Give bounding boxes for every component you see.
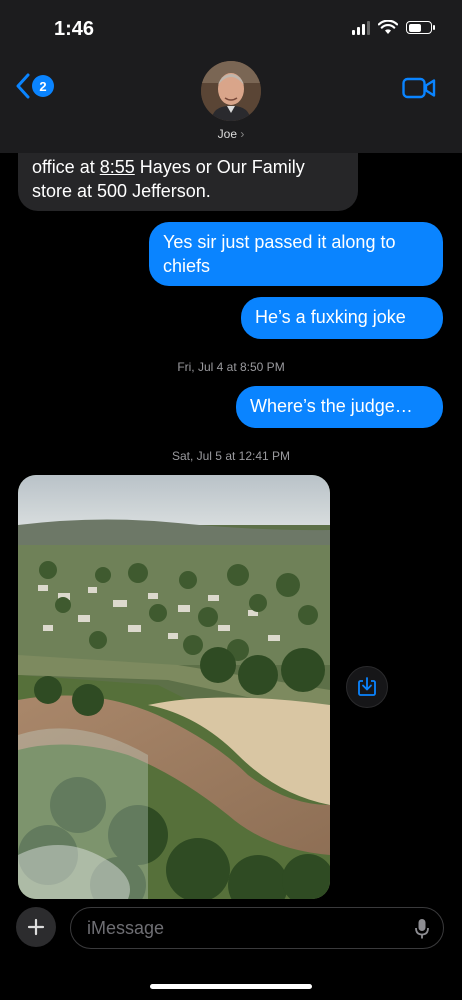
back-button[interactable]: 2 — [16, 73, 54, 99]
conversation-header: 1:46 2 Joe › — [0, 0, 462, 153]
plus-icon — [27, 918, 45, 936]
outgoing-message[interactable]: He’s a fuxking joke — [241, 297, 443, 339]
photo-attachment[interactable] — [18, 475, 330, 899]
outgoing-message[interactable]: Yes sir just passed it along to chiefs — [149, 222, 443, 286]
unread-count-badge: 2 — [32, 75, 54, 97]
outgoing-message[interactable]: Where’s the judge… — [236, 386, 443, 428]
contact-name[interactable]: Joe › — [0, 127, 462, 141]
microphone-icon — [415, 919, 429, 939]
message-timestamp: Fri, Jul 4 at 8:50 PM — [177, 360, 285, 374]
status-icons — [352, 20, 435, 35]
battery-icon — [406, 21, 435, 34]
save-photo-button[interactable] — [346, 666, 388, 708]
save-download-icon — [358, 677, 376, 696]
video-camera-icon — [402, 77, 436, 99]
back-chevron-icon — [16, 73, 30, 99]
message-input-container — [70, 907, 444, 949]
signal-icon — [352, 20, 370, 35]
facetime-video-button[interactable] — [402, 77, 436, 104]
aerial-flood-photo — [18, 475, 330, 899]
time-link[interactable]: 8:55 — [100, 157, 135, 177]
message-timestamp: Sat, Jul 5 at 12:41 PM — [171, 449, 291, 463]
status-time: 1:46 — [54, 18, 95, 40]
contact-avatar[interactable] — [201, 61, 261, 121]
message-input[interactable] — [87, 908, 387, 948]
add-attachment-button[interactable] — [16, 907, 56, 947]
dictation-button[interactable] — [415, 918, 429, 945]
home-indicator[interactable] — [150, 984, 312, 989]
wifi-icon — [378, 20, 398, 34]
